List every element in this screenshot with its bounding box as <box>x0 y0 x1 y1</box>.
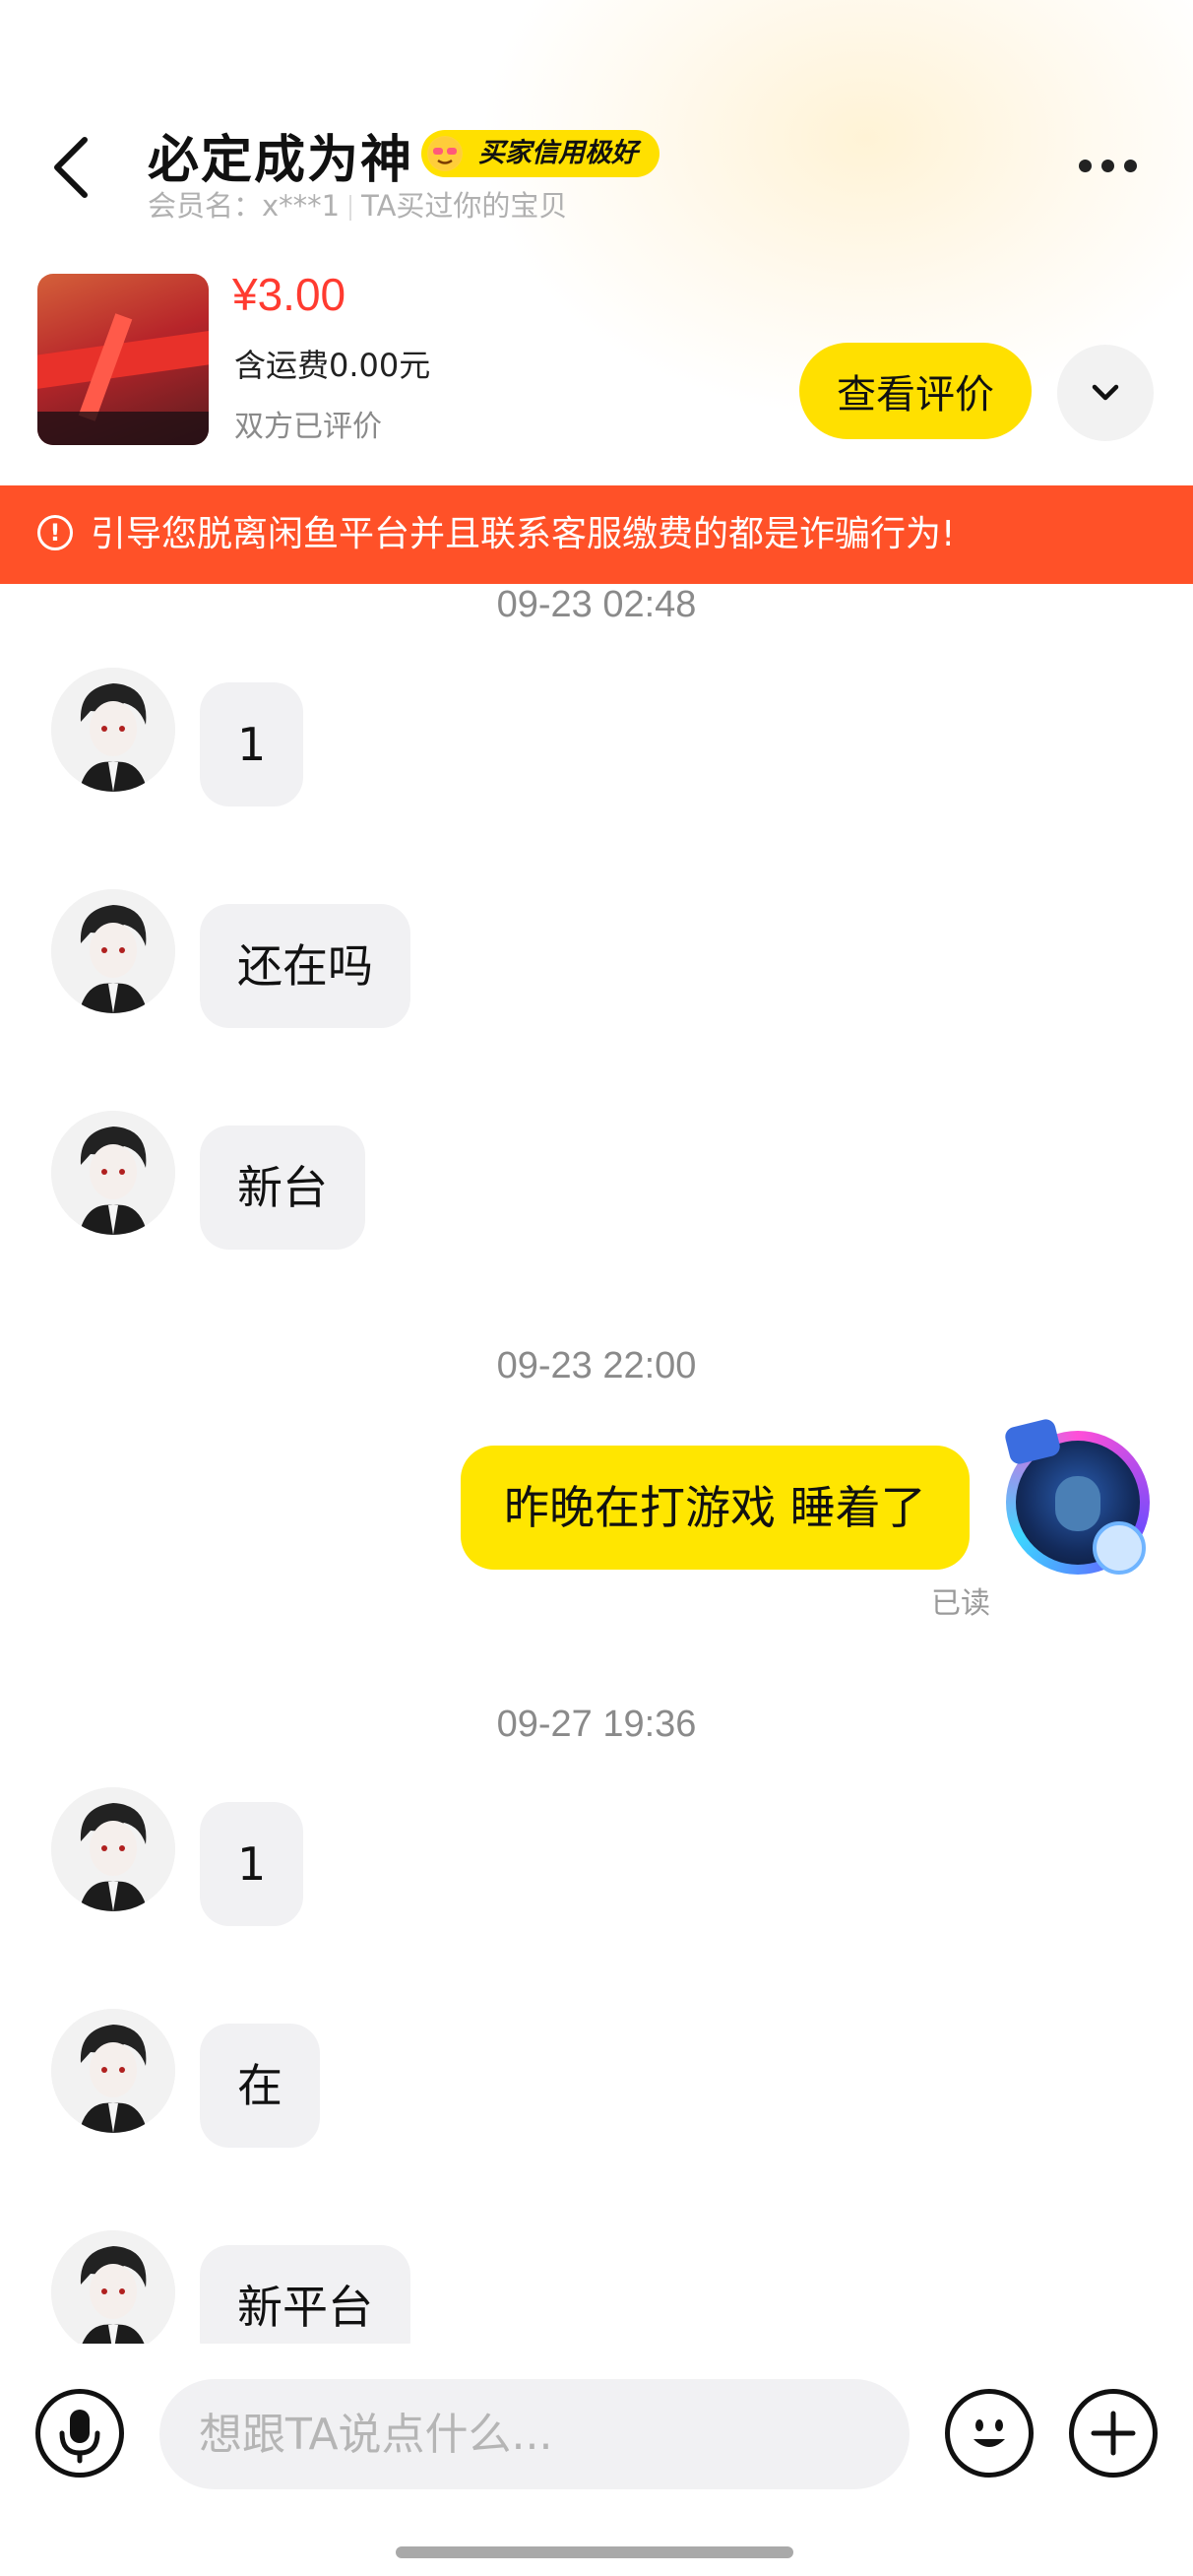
fraud-warning-banner: ! 引导您脱离闲鱼平台并且联系客服缴费的都是诈骗行为! <box>0 485 1193 584</box>
cool-face-icon <box>427 136 463 171</box>
plus-icon <box>1091 2411 1136 2456</box>
incoming-message-bubble[interactable]: 在 <box>200 2024 320 2148</box>
incoming-message-bubble[interactable]: 1 <box>200 682 304 806</box>
timestamp: 09-27 19:36 <box>496 1704 697 1745</box>
timestamp: 09-23 02:48 <box>496 584 697 625</box>
contact-avatar[interactable] <box>51 2009 175 2133</box>
input-bar <box>0 2344 1193 2576</box>
warning-text: 引导您脱离闲鱼平台并且联系客服缴费的都是诈骗行为! <box>91 514 956 554</box>
home-indicator[interactable] <box>396 2546 793 2558</box>
shipping-fee: 含运费0.00元 <box>234 347 431 384</box>
smiley-icon <box>973 2419 1005 2447</box>
exclamation-circle-icon: ! <box>37 515 73 550</box>
chevron-down-icon <box>1092 384 1119 401</box>
view-review-button[interactable]: 查看评价 <box>799 343 1032 439</box>
contact-avatar[interactable] <box>51 1111 175 1235</box>
message-list[interactable]: 09-23 02:48 1 还在吗 新台 09-23 22:00 昨晚在打游戏 … <box>0 584 1193 2344</box>
back-arrow-icon[interactable] <box>43 128 102 207</box>
expand-button[interactable] <box>1057 345 1154 441</box>
incoming-message-bubble[interactable]: 1 <box>200 1802 304 1926</box>
microphone-icon <box>59 2410 100 2464</box>
incoming-message-bubble[interactable]: 新平台 <box>200 2245 410 2344</box>
plus-button[interactable] <box>1069 2389 1158 2478</box>
contact-avatar[interactable] <box>51 889 175 1013</box>
contact-name[interactable]: 必定成为神 <box>148 118 413 192</box>
my-avatar[interactable] <box>1003 1417 1150 1575</box>
incoming-message-bubble[interactable]: 新台 <box>200 1126 365 1250</box>
timestamp: 09-23 22:00 <box>496 1345 697 1386</box>
chat-header: 必定成为神 买家信用极好 会员名：x***1 TA买过你的宝贝 ¥3.00 含运费… <box>0 0 1193 483</box>
member-name: 会员名：x***1 <box>148 189 341 223</box>
contact-avatar[interactable] <box>51 1787 175 1911</box>
contact-avatar[interactable] <box>51 2230 175 2344</box>
robot-icon <box>1093 1521 1146 1575</box>
member-info: 会员名：x***1 TA买过你的宝贝 <box>148 183 567 225</box>
product-thumbnail[interactable] <box>37 274 209 445</box>
product-price: ¥3.00 <box>232 269 346 320</box>
outgoing-message-bubble[interactable]: 昨晚在打游戏 睡着了 <box>461 1446 970 1570</box>
read-receipt: 已读 <box>931 1586 990 1621</box>
review-status: 双方已评价 <box>234 410 382 444</box>
contact-avatar[interactable] <box>51 668 175 792</box>
badge-label: 买家信用极好 <box>478 138 638 168</box>
incoming-message-bubble[interactable]: 还在吗 <box>200 904 410 1028</box>
more-dots-icon[interactable] <box>1079 158 1148 181</box>
buyer-credit-badge[interactable]: 买家信用极好 <box>421 130 659 177</box>
voice-button[interactable] <box>35 2389 124 2478</box>
message-input[interactable] <box>159 2379 910 2489</box>
divider <box>349 195 352 221</box>
emoji-button[interactable] <box>945 2389 1034 2478</box>
purchased-note: TA买过你的宝贝 <box>361 189 568 223</box>
